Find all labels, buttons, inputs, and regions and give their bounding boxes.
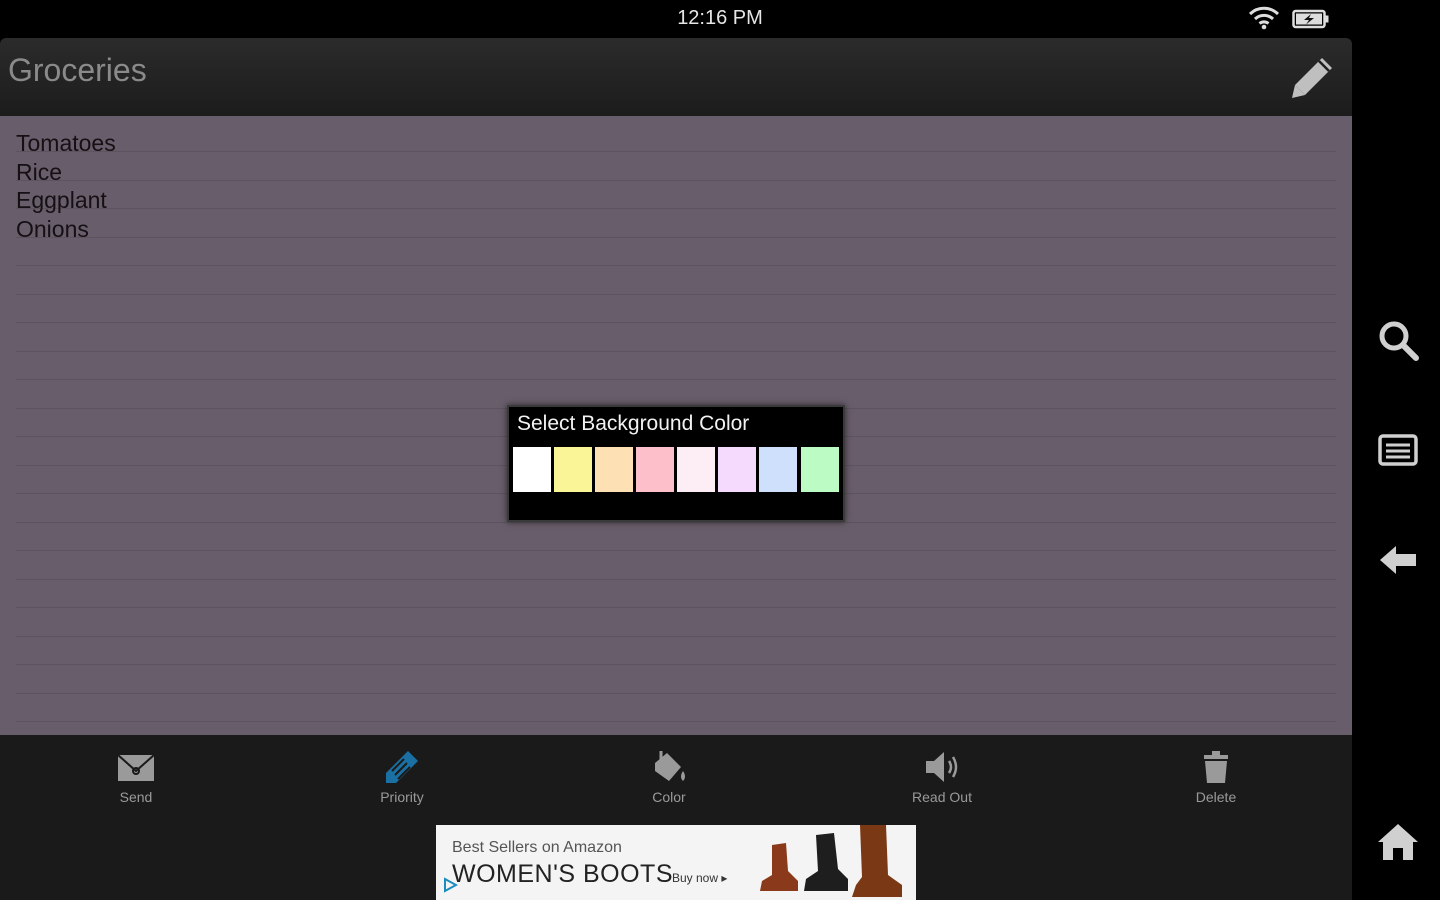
delete-button[interactable]: Delete: [1156, 749, 1276, 819]
send-label: Send: [119, 789, 153, 805]
home-icon: [1378, 824, 1418, 860]
app-header: Groceries: [0, 38, 1352, 116]
note-title: Groceries: [8, 52, 147, 88]
battery-charging-icon: [1292, 9, 1330, 34]
back-icon: [1380, 546, 1416, 574]
ad-headline: Best Sellers on Amazon: [452, 839, 622, 856]
read-out-button[interactable]: Read Out: [882, 749, 1002, 819]
boots-image: [760, 825, 902, 897]
note-rule: [16, 636, 1336, 637]
note-line: Onions: [16, 215, 89, 242]
priority-pencil-icon: [386, 751, 418, 783]
note-rule: [16, 208, 1336, 209]
system-nav-bar: [1352, 0, 1440, 900]
envelope-icon: [117, 754, 155, 781]
note-text[interactable]: Tomatoes Rice Eggplant Onions: [16, 129, 116, 243]
color-label: Color: [652, 789, 686, 805]
status-clock: 12:16 PM: [677, 7, 763, 29]
swatch-light-pink[interactable]: [677, 447, 715, 492]
note-rule: [16, 579, 1336, 580]
home-button[interactable]: [1376, 820, 1420, 864]
swatch-yellow[interactable]: [554, 447, 592, 492]
swatch-pink[interactable]: [636, 447, 674, 492]
send-button[interactable]: Send: [76, 749, 196, 819]
menu-icon: [1378, 434, 1418, 466]
search-icon: [1379, 321, 1419, 361]
note-rule: [16, 294, 1336, 295]
swatch-light-blue[interactable]: [759, 447, 797, 492]
note-rule: [16, 180, 1336, 181]
back-button[interactable]: [1376, 538, 1420, 582]
adchoices-icon[interactable]: [442, 877, 458, 893]
edit-button[interactable]: [1288, 54, 1336, 102]
note-line: Tomatoes: [16, 130, 116, 156]
note-rule: [16, 351, 1336, 352]
color-button[interactable]: Color: [609, 749, 729, 819]
ad-banner[interactable]: Best Sellers on Amazon WOMEN'S BOOTS Buy…: [436, 825, 916, 900]
ad-product-text: WOMEN'S BOOTS: [452, 860, 674, 888]
note-rule: [16, 379, 1336, 380]
note-line: Eggplant: [16, 187, 107, 213]
ad-buy-now[interactable]: Buy now ▸: [672, 871, 727, 885]
search-button[interactable]: [1376, 318, 1420, 362]
note-rule: [16, 721, 1336, 722]
priority-button[interactable]: Priority: [342, 749, 462, 819]
speaker-icon: [926, 752, 958, 782]
swatch-peach[interactable]: [595, 447, 633, 492]
wifi-icon: [1248, 6, 1280, 35]
swatch-lavender[interactable]: [718, 447, 756, 492]
swatch-white[interactable]: [513, 447, 551, 492]
paint-bucket-icon: [655, 751, 685, 781]
select-color-dialog: Select Background Color: [507, 405, 845, 522]
trash-icon: [1204, 751, 1228, 783]
delete-label: Delete: [1195, 789, 1237, 805]
note-rule: [16, 607, 1336, 608]
pencil-icon: [1292, 58, 1332, 98]
priority-label: Priority: [380, 789, 424, 805]
note-rule: [16, 151, 1336, 152]
note-rule: [16, 693, 1336, 694]
note-rule: [16, 265, 1336, 266]
note-rule: [16, 664, 1336, 665]
read-out-label: Read Out: [912, 789, 972, 805]
note-line: Rice: [16, 158, 63, 185]
dialog-title: Select Background Color: [517, 412, 750, 435]
note-rule: [16, 522, 1336, 523]
note-rule: [16, 237, 1336, 238]
note-rule: [16, 322, 1336, 323]
note-rule: [16, 550, 1336, 551]
menu-button[interactable]: [1376, 428, 1420, 472]
swatch-mint[interactable]: [801, 447, 839, 492]
